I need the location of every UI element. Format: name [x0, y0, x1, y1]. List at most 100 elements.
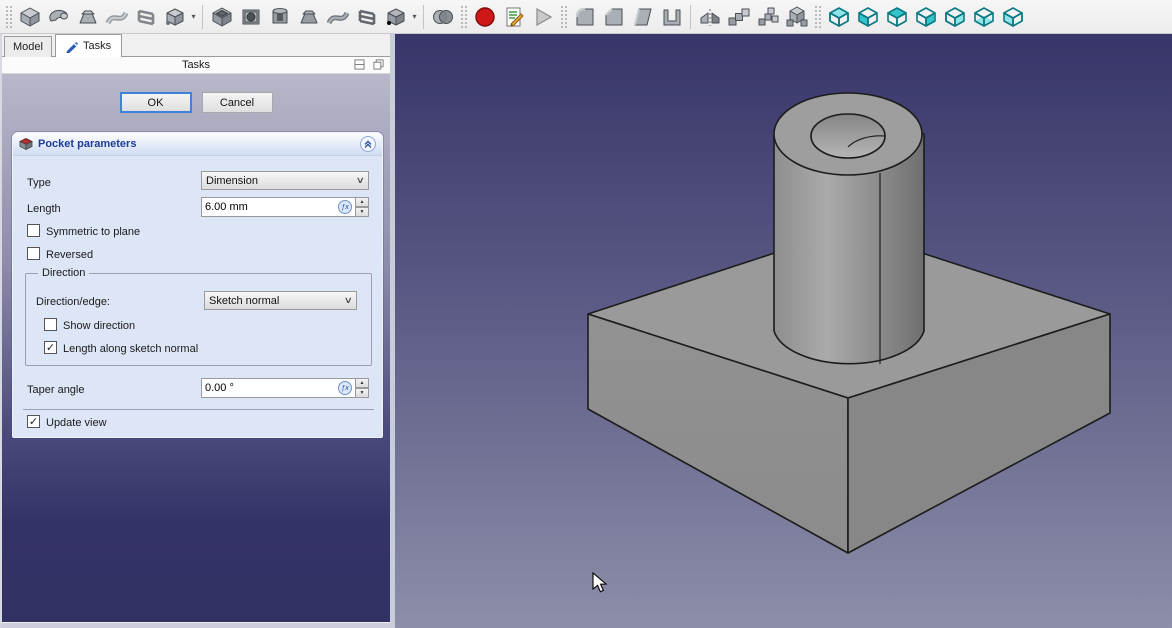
- subtractive-primitives-dropdown-arrow[interactable]: ▾: [410, 2, 419, 31]
- view-axonometric-icon: [828, 6, 849, 27]
- dialog-separator: [23, 409, 374, 410]
- update-view-label: Update view: [46, 417, 107, 429]
- reversed-checkbox[interactable]: [27, 247, 40, 260]
- toolbar-drag-handle[interactable]: [460, 4, 467, 29]
- view-front-button[interactable]: [853, 2, 882, 31]
- subtractive-sweep-button[interactable]: [323, 2, 352, 31]
- toolbar-drag-handle[interactable]: [5, 4, 12, 29]
- show-direction-checkbox[interactable]: [44, 318, 57, 331]
- symmetric-to-plane-checkbox[interactable]: [27, 224, 40, 237]
- view-bottom-button[interactable]: [969, 2, 998, 31]
- chevron-down-icon: ∨: [356, 175, 366, 185]
- chamfer-button[interactable]: [599, 2, 628, 31]
- view-right-button[interactable]: [911, 2, 940, 31]
- tab-tasks[interactable]: Tasks: [55, 34, 123, 57]
- pocket-button[interactable]: [207, 2, 236, 31]
- type-label: Type: [27, 177, 51, 189]
- boolean-button[interactable]: [428, 2, 457, 31]
- main-toolbar: ▾ ▾: [0, 0, 1172, 34]
- additive-helix-icon: [137, 9, 154, 25]
- polar-pattern-button[interactable]: [753, 2, 782, 31]
- additive-helix-button[interactable]: [131, 2, 160, 31]
- subtractive-primitives-button[interactable]: [381, 2, 410, 31]
- fillet-icon: [575, 7, 593, 25]
- pocket-parameters-dialog: Pocket parameters Type Dimension ∨ Lengt…: [12, 132, 383, 438]
- groove-icon: [272, 7, 287, 23]
- 3d-model-pad-with-pocket: [587, 92, 1111, 554]
- direction-edge-label: Direction/edge:: [36, 296, 110, 308]
- draft-button[interactable]: [628, 2, 657, 31]
- ok-button[interactable]: OK: [119, 92, 192, 113]
- taper-angle-input[interactable]: [201, 378, 356, 398]
- spin-up-icon[interactable]: [355, 197, 369, 207]
- subtractive-sweep-icon: [326, 11, 349, 24]
- tab-tasks-label: Tasks: [83, 40, 112, 52]
- boolean-icon: [432, 9, 453, 24]
- linear-pattern-icon: [728, 8, 749, 25]
- macro-execute-icon: [535, 7, 552, 26]
- hole-button[interactable]: [236, 2, 265, 31]
- cancel-button[interactable]: Cancel: [201, 92, 273, 113]
- linear-pattern-button[interactable]: [724, 2, 753, 31]
- pocket-icon: [212, 7, 231, 26]
- toolbar-drag-handle[interactable]: [814, 4, 821, 29]
- tab-model[interactable]: Model: [4, 36, 52, 57]
- dock-panel-icon[interactable]: [354, 59, 365, 70]
- chevron-double-up-icon: [364, 140, 372, 148]
- toolbar-drag-handle[interactable]: [560, 4, 567, 29]
- expression-fx-icon[interactable]: [338, 381, 352, 395]
- view-front-icon: [857, 6, 878, 27]
- additive-primitives-button[interactable]: [160, 2, 189, 31]
- groove-button[interactable]: [265, 2, 294, 31]
- length-along-sketch-normal-checkbox[interactable]: ✓: [44, 341, 57, 354]
- view-rear-button[interactable]: [940, 2, 969, 31]
- hole-icon: [242, 9, 259, 24]
- length-along-sketch-normal-label: Length along sketch normal: [63, 343, 199, 355]
- macro-record-icon: [474, 6, 495, 27]
- symmetric-to-plane-label: Symmetric to plane: [46, 226, 141, 238]
- macro-edit-button[interactable]: [499, 2, 528, 31]
- tasks-panel-titlebar: Tasks: [2, 57, 390, 74]
- collapse-section-button[interactable]: [360, 136, 376, 152]
- combo-view-tabs: Model Tasks: [2, 34, 390, 57]
- subtractive-loft-icon: [300, 10, 317, 23]
- reversed-label: Reversed: [46, 249, 94, 261]
- update-view-checkbox[interactable]: ✓: [27, 415, 40, 428]
- chevron-down-icon: ∨: [344, 295, 354, 305]
- 3d-viewport[interactable]: [395, 34, 1172, 628]
- subtractive-helix-button[interactable]: [352, 2, 381, 31]
- spin-up-icon[interactable]: [355, 378, 369, 388]
- direction-groupbox: Direction Direction/edge: Sketch normal …: [25, 267, 372, 366]
- spin-down-icon[interactable]: [355, 207, 369, 217]
- multitransform-button[interactable]: [782, 2, 811, 31]
- spin-down-icon[interactable]: [355, 388, 369, 398]
- additive-loft-button[interactable]: [73, 2, 102, 31]
- revolution-button[interactable]: [44, 2, 73, 31]
- pocket-task-icon: [19, 138, 33, 151]
- direction-group-label: Direction: [38, 267, 90, 279]
- length-input[interactable]: [201, 197, 356, 217]
- additive-primitives-dropdown-arrow[interactable]: ▾: [189, 2, 198, 31]
- expression-fx-icon[interactable]: [338, 200, 352, 214]
- subtractive-loft-button[interactable]: [294, 2, 323, 31]
- view-axonometric-button[interactable]: [824, 2, 853, 31]
- mouse-cursor: [592, 572, 608, 593]
- taper-angle-spinner: [355, 378, 369, 398]
- length-spinner: [355, 197, 369, 217]
- view-left-button[interactable]: [998, 2, 1027, 31]
- view-top-icon: [886, 6, 907, 27]
- additive-sweep-button[interactable]: [102, 2, 131, 31]
- mirrored-icon: [700, 8, 719, 26]
- view-top-button[interactable]: [882, 2, 911, 31]
- fillet-button[interactable]: [570, 2, 599, 31]
- thickness-button[interactable]: [657, 2, 686, 31]
- macro-execute-button[interactable]: [528, 2, 557, 31]
- pad-button[interactable]: [15, 2, 44, 31]
- pocket-parameters-title: Pocket parameters: [38, 138, 137, 150]
- float-panel-icon[interactable]: [373, 59, 384, 70]
- mirrored-button[interactable]: [695, 2, 724, 31]
- type-combobox[interactable]: Dimension ∨: [201, 171, 369, 190]
- direction-edge-combobox[interactable]: Sketch normal ∨: [204, 291, 357, 310]
- macro-record-button[interactable]: [470, 2, 499, 31]
- pad-icon: [20, 7, 39, 26]
